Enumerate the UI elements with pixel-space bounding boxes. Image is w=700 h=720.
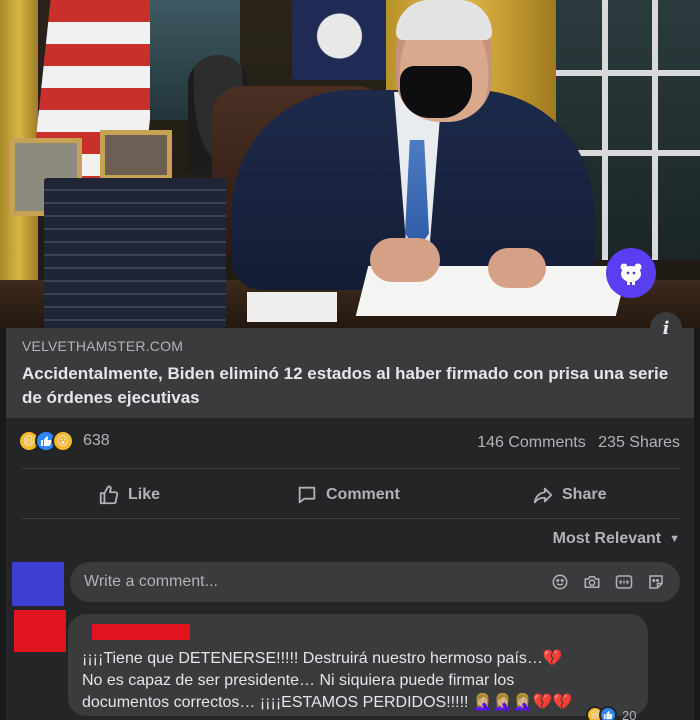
commenter-avatar[interactable] — [14, 610, 66, 652]
caret-down-icon: ▼ — [669, 533, 680, 545]
stack-of-folders — [44, 178, 226, 328]
hamster-logo-icon — [606, 248, 656, 298]
link-preview[interactable]: VELVETHAMSTER.COM Accidentalmente, Biden… — [6, 328, 694, 418]
comment-reactions[interactable]: 😆 20 — [586, 706, 636, 720]
comment-placeholder: Write a comment... — [84, 573, 218, 590]
comment-line: ¡¡¡¡Tiene que DETENERSE!!!!! Destruirá n… — [82, 650, 563, 667]
divider — [22, 468, 680, 469]
flag-seal — [292, 0, 387, 80]
comment-reaction-count: 20 — [622, 707, 637, 720]
gif-icon[interactable] — [614, 572, 634, 592]
document — [247, 292, 337, 322]
hand — [488, 248, 546, 288]
shares-count-link[interactable]: 235 Shares — [598, 434, 680, 451]
post-stats: 146 Comments 235 Shares — [477, 434, 680, 452]
comment-input[interactable]: Write a comment... — [70, 562, 680, 602]
comment-sort-dropdown[interactable]: Most Relevant ▼ — [553, 530, 680, 548]
share-label: Share — [562, 486, 607, 503]
comment-label: Comment — [326, 486, 400, 503]
reaction-count: 638 — [83, 432, 110, 449]
avatar[interactable] — [12, 562, 64, 606]
share-icon — [533, 487, 553, 504]
share-button[interactable]: Share — [532, 480, 606, 510]
sticker-icon[interactable] — [646, 572, 666, 592]
like-reaction-icon — [599, 706, 617, 720]
info-icon[interactable]: i — [650, 312, 682, 344]
composer-icons — [550, 572, 666, 592]
link-title: Accidentalmente, Biden eliminó 12 estado… — [22, 364, 669, 407]
divider — [22, 518, 680, 519]
hair — [396, 0, 492, 40]
comment-button[interactable]: Comment — [296, 480, 400, 510]
comment-line: No es capaz de ser presidente… Ni siquie… — [82, 672, 515, 689]
photo-frame — [100, 130, 172, 180]
emoji-icon[interactable] — [550, 572, 570, 592]
redacted-commenter-name[interactable] — [92, 624, 190, 640]
comment-text: ¡¡¡¡Tiene que DETENERSE!!!!! Destruirá n… — [82, 648, 634, 714]
link-preview-image[interactable] — [0, 0, 700, 328]
comment-line: documentos correctos… ¡¡¡¡ESTAMOS PERDID… — [82, 694, 573, 711]
comment-icon — [298, 486, 316, 504]
link-domain: VELVETHAMSTER.COM — [22, 338, 184, 354]
comment-bubble: ¡¡¡¡Tiene que DETENERSE!!!!! Destruirá n… — [68, 614, 648, 716]
wow-reaction-icon: 😮 — [52, 430, 74, 452]
face-mask — [400, 66, 472, 118]
camera-icon[interactable] — [582, 572, 602, 592]
sort-label: Most Relevant — [552, 530, 662, 547]
hand — [370, 238, 440, 282]
reaction-summary[interactable]: 😆 😮 638 — [18, 430, 110, 452]
comments-count-link[interactable]: 146 Comments — [477, 434, 586, 451]
like-button[interactable]: Like — [98, 480, 160, 510]
like-label: Like — [128, 486, 161, 503]
thumbs-up-icon — [99, 485, 119, 505]
